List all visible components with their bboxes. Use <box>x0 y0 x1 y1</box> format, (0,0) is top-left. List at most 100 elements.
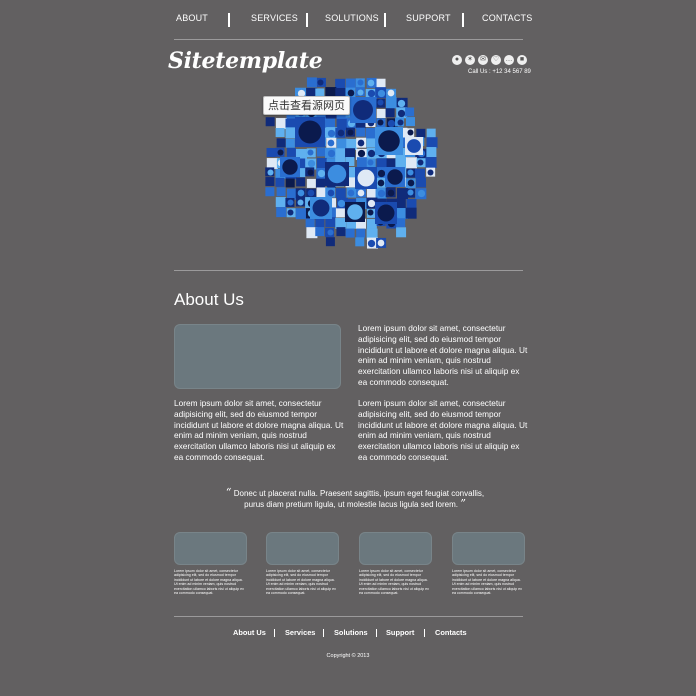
mosaic-tile <box>376 108 386 118</box>
mosaic-tile <box>396 227 407 238</box>
mosaic-block-dot <box>387 169 403 185</box>
testimonial-quote: “ Donec ut placerat nulla. Praesent sagi… <box>225 486 485 510</box>
mosaic-tile <box>275 118 287 130</box>
mosaic-dot <box>387 189 395 197</box>
mosaic-dot <box>397 219 404 226</box>
card-image-1 <box>174 532 247 565</box>
mosaic-dot <box>367 89 376 98</box>
mosaic-tile <box>335 208 345 218</box>
mosaic-dot <box>307 149 314 156</box>
mosaic-dot <box>407 179 415 187</box>
heart-icon[interactable]: ♡ <box>491 55 501 65</box>
mosaic-dot <box>287 199 294 206</box>
mosaic-tile <box>285 178 295 188</box>
footer-link-solutions[interactable]: Solutions <box>334 628 368 637</box>
view-source-tooltip[interactable]: 点击查看源网页 <box>263 96 350 115</box>
call-us-text: Call Us : +12 34 567 89 <box>468 69 531 75</box>
mosaic-tile <box>265 187 275 197</box>
nav-item-support[interactable]: SUPPORT <box>406 13 451 23</box>
nav-divider <box>462 13 464 27</box>
footer-divider-bar <box>376 629 378 637</box>
mosaic-dot <box>357 79 364 86</box>
nav-divider <box>306 13 308 27</box>
mosaic-tile <box>336 227 346 237</box>
open-quote-icon: “ <box>225 486 232 499</box>
mosaic-tile <box>275 197 286 208</box>
mosaic-tile <box>426 137 438 149</box>
mosaic-dot <box>397 109 406 118</box>
nav-item-solutions[interactable]: SOLUTIONS <box>325 13 379 23</box>
mosaic-tile <box>265 177 275 187</box>
footer-divider-bar <box>323 629 325 637</box>
mosaic-dot <box>297 189 305 197</box>
footer-link-services[interactable]: Services <box>285 628 315 637</box>
user-icon[interactable]: ● <box>452 55 462 65</box>
mosaic-tile <box>416 128 426 138</box>
mosaic-dot <box>357 189 365 197</box>
quote-line-1: Donec ut placerat nulla. Praesent sagitt… <box>233 489 485 498</box>
mosaic-tile <box>405 207 417 219</box>
mosaic-dot <box>397 99 406 108</box>
mosaic-dot <box>317 149 324 156</box>
mosaic-dot <box>377 239 385 247</box>
about-title: About Us <box>174 290 244 309</box>
nav-item-contacts[interactable]: CONTACTS <box>482 13 532 23</box>
rss-icon[interactable]: … <box>504 55 514 65</box>
mosaic-tile <box>275 177 285 187</box>
mosaic-tile <box>265 117 275 127</box>
mosaic-dot <box>407 189 414 196</box>
mosaic-tile <box>266 147 276 157</box>
mosaic-dot <box>397 119 404 126</box>
mosaic-tile <box>385 108 395 118</box>
mosaic-block-dot <box>312 199 330 217</box>
mosaic-dot <box>407 169 414 176</box>
mosaic-dot <box>287 209 294 216</box>
mail-icon[interactable]: ✉ <box>478 55 488 65</box>
share-icon[interactable]: ✶ <box>465 55 475 65</box>
nav-item-services[interactable]: SERVICES <box>251 13 298 23</box>
footer-divider-bar <box>424 629 426 637</box>
mosaic-tile <box>286 147 296 157</box>
mosaic-tile <box>276 187 286 197</box>
mosaic-tile <box>356 228 366 238</box>
nav-item-about[interactable]: ABOUT <box>176 13 208 23</box>
mosaic-tile <box>335 148 346 159</box>
mosaic-tile <box>285 127 297 139</box>
card-text-3: Lorem ipsum dolor sit amet, consectetur … <box>359 569 429 596</box>
mosaic-dot <box>417 189 426 198</box>
footer-link-about[interactable]: About Us <box>233 628 266 637</box>
mosaic-tile <box>305 218 315 228</box>
mosaic-block-dot <box>347 204 363 220</box>
mosaic-dot <box>297 199 304 206</box>
mosaic-block-dot <box>357 169 375 187</box>
mosaic-dot <box>347 129 354 136</box>
mosaic-tile <box>426 147 437 158</box>
mosaic-tile <box>366 187 377 198</box>
mosaic-dot <box>367 159 374 166</box>
mosaic-dot <box>357 149 366 158</box>
mosaic-dot <box>327 229 334 236</box>
nav-divider <box>384 13 386 27</box>
mosaic-block-dot <box>282 159 298 175</box>
mosaic-tile <box>425 157 437 169</box>
about-paragraph-right-bottom: Lorem ipsum dolor sit amet, consectetur … <box>358 398 528 462</box>
mosaic-dot <box>377 189 386 198</box>
mosaic-tile <box>405 107 415 117</box>
chat-icon[interactable]: ■ <box>517 55 527 65</box>
footer-link-support[interactable]: Support <box>386 628 414 637</box>
mosaic-tile <box>315 227 325 237</box>
mosaic-dot <box>367 79 375 87</box>
mosaic-tile <box>315 178 325 188</box>
image-placeholder <box>174 324 341 389</box>
mosaic-tile <box>376 78 386 88</box>
footer-link-contacts[interactable]: Contacts <box>435 628 467 637</box>
mosaic-dot <box>317 79 324 86</box>
card-image-3 <box>359 532 432 565</box>
mosaic-dot <box>377 89 386 98</box>
close-quote-icon: ” <box>460 497 466 510</box>
mosaic-tile <box>335 188 346 199</box>
mosaic-tile <box>325 237 335 247</box>
mosaic-dot <box>367 199 376 208</box>
card-text-2: Lorem ipsum dolor sit amet, consectetur … <box>266 569 336 596</box>
mosaic-tile <box>315 218 325 228</box>
